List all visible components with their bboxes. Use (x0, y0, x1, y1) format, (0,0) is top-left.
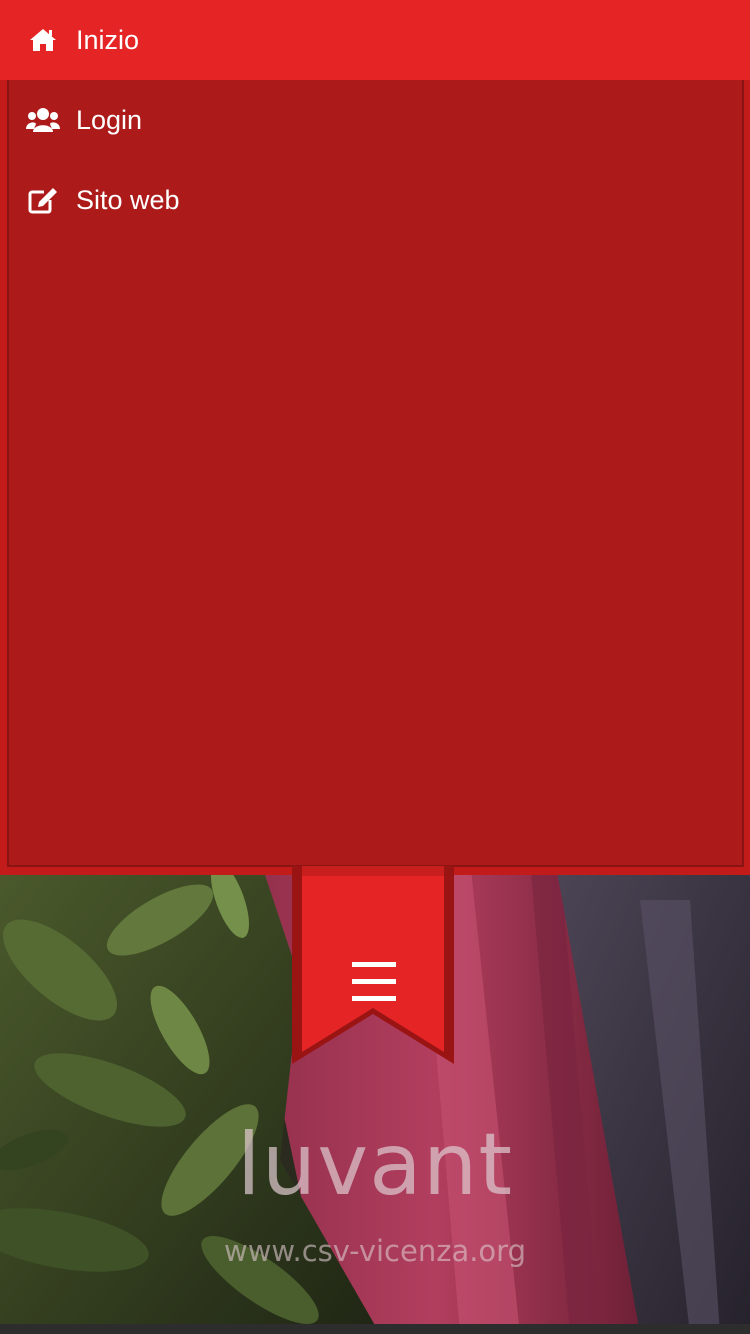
edit-icon (26, 183, 60, 217)
page: luvant www.csv-vicenza.org Inizio Login … (0, 0, 750, 1334)
menu-item-login[interactable]: Login (0, 80, 750, 160)
menu-item-label: Sito web (76, 184, 180, 215)
menu-item-label: Login (76, 104, 143, 135)
menu-toggle-button[interactable] (292, 866, 454, 1066)
menu-item-inizio[interactable]: Inizio (0, 0, 750, 80)
menu-item-sito-web[interactable]: Sito web (0, 160, 750, 240)
home-icon (26, 23, 60, 57)
bottom-bar (0, 1324, 750, 1334)
users-icon (26, 103, 60, 137)
site-url: www.csv-vicenza.org (224, 1234, 526, 1268)
navigation-menu: Inizio Login Sito web (0, 0, 750, 875)
menu-item-label: Inizio (76, 24, 140, 55)
site-title: luvant (236, 1115, 514, 1215)
